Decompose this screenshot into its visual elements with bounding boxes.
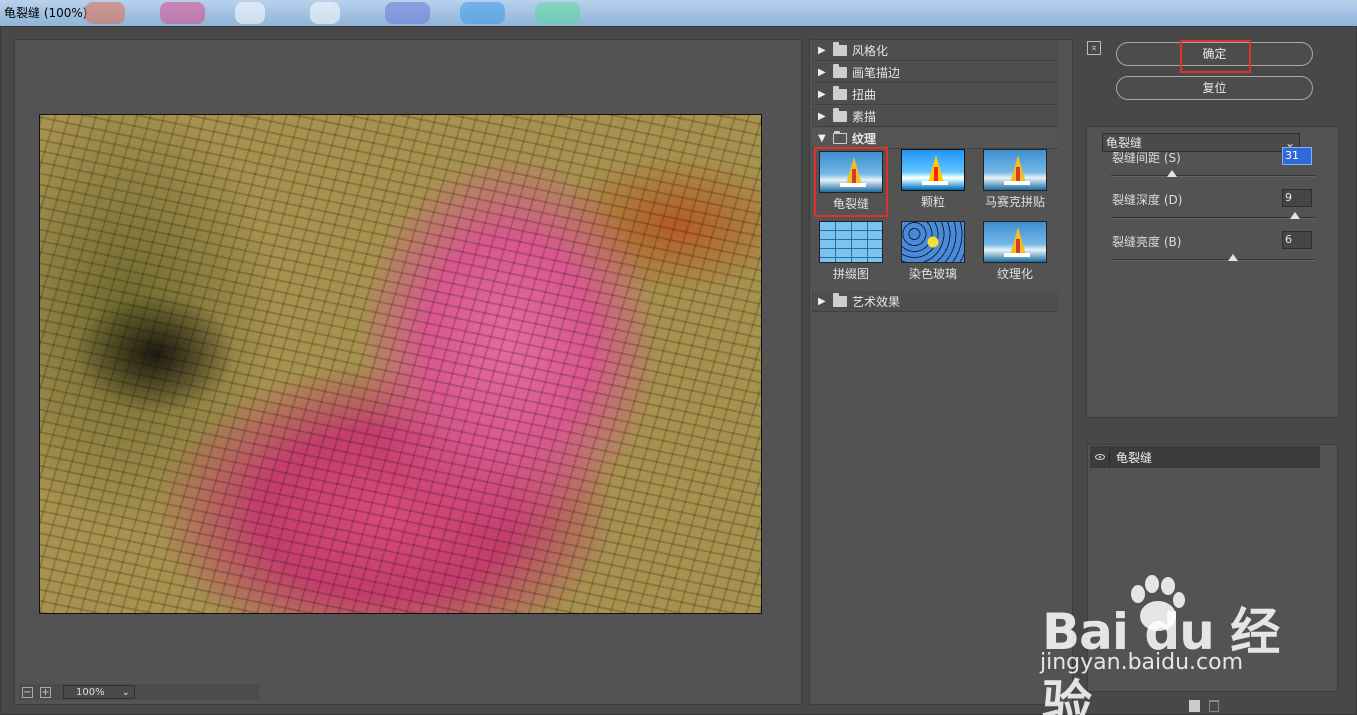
category-label: 素描	[852, 109, 877, 124]
category-label: 画笔描边	[852, 65, 901, 80]
grain-thumbnail	[901, 149, 965, 191]
category-brush-strokes[interactable]: ▶ 画笔描边	[812, 62, 1058, 83]
thumb-texturizer[interactable]: 纹理化	[980, 221, 1050, 281]
thumb-label: 染色玻璃	[908, 267, 957, 281]
expand-triangle-icon: ▶	[818, 110, 826, 122]
chevron-down-icon: ⌄	[121, 686, 130, 698]
category-label: 纹理	[852, 131, 877, 146]
stained-glass-thumbnail	[901, 221, 965, 263]
filter-settings: 龟裂缝 ⌄ 裂缝间距 (S) 31 裂缝深度 (D) 9 裂缝亮度 (B) 6	[1086, 126, 1339, 418]
mosaic-tiles-thumbnail	[983, 149, 1047, 191]
thumb-label: 颗粒	[920, 195, 945, 209]
thumb-craquelure[interactable]: 龟裂缝	[814, 147, 888, 217]
category-distort[interactable]: ▶ 扭曲	[812, 84, 1058, 105]
zoom-out-button[interactable]: −	[22, 686, 33, 698]
thumb-label: 纹理化	[996, 267, 1033, 281]
folder-icon	[833, 292, 847, 307]
category-label: 风格化	[852, 43, 889, 58]
crack-depth-slider[interactable]	[1111, 212, 1315, 219]
zoom-bar: − + 100% ⌄	[19, 684, 259, 700]
paw-logo-icon	[1131, 575, 1185, 631]
thumb-grain[interactable]: 颗粒	[898, 149, 968, 209]
category-label: 扭曲	[852, 87, 877, 102]
thumb-label: 龟裂缝	[832, 197, 869, 211]
watermark-url: jingyan.baidu.com	[1040, 650, 1244, 675]
taskbar-blur	[160, 2, 205, 24]
expand-triangle-icon: ▶	[818, 44, 826, 56]
taskbar-blur	[85, 2, 125, 24]
category-artistic[interactable]: ▶ 艺术效果	[812, 291, 1058, 312]
crack-spacing-input[interactable]: 31	[1282, 147, 1312, 165]
thumb-stained-glass[interactable]: 染色玻璃	[898, 221, 968, 281]
folder-icon	[833, 107, 847, 122]
collapse-triangle-icon: ▼	[818, 132, 826, 144]
slider-handle[interactable]	[1289, 212, 1300, 219]
crack-brightness-input[interactable]: 6	[1282, 231, 1312, 249]
folder-icon	[833, 63, 847, 78]
window-title: 龟裂缝 (100%)	[4, 6, 88, 20]
texturizer-thumbnail	[983, 221, 1047, 263]
folder-icon	[833, 41, 847, 56]
ok-button-highlight	[1180, 40, 1251, 73]
crack-brightness-label: 裂缝亮度 (B)	[1112, 235, 1182, 249]
crack-brightness-slider[interactable]	[1111, 254, 1315, 261]
expand-triangle-icon: ▶	[818, 88, 826, 100]
patchwork-thumbnail	[819, 221, 883, 263]
crack-spacing-label: 裂缝间距 (S)	[1112, 151, 1181, 165]
category-stylize[interactable]: ▶ 风格化	[812, 40, 1058, 61]
taskbar-blur	[535, 2, 580, 24]
expand-triangle-icon: ▶	[818, 66, 826, 78]
craquelure-thumbnail	[819, 151, 883, 193]
effect-layer-row[interactable]: 龟裂缝	[1090, 446, 1320, 468]
slider-handle[interactable]	[1167, 170, 1178, 177]
eye-icon[interactable]	[1090, 446, 1110, 468]
preview-panel: − + 100% ⌄	[14, 39, 802, 705]
title-bar: 龟裂缝 (100%)	[0, 0, 1357, 26]
layer-name: 龟裂缝	[1116, 450, 1153, 465]
thumb-label: 马赛克拼贴	[984, 195, 1045, 209]
zoom-select[interactable]: 100% ⌄	[63, 685, 135, 699]
taskbar-blur	[310, 2, 340, 24]
thumb-patchwork[interactable]: 拼缀图	[816, 221, 886, 281]
taskbar-blur	[385, 2, 430, 24]
crack-spacing-slider[interactable]	[1111, 170, 1315, 177]
zoom-value: 100%	[76, 686, 105, 698]
crack-depth-input[interactable]: 9	[1282, 189, 1312, 207]
preview-image[interactable]	[39, 114, 762, 614]
folder-icon	[833, 85, 847, 100]
slider-handle[interactable]	[1228, 254, 1239, 261]
crack-depth-label: 裂缝深度 (D)	[1112, 193, 1183, 207]
collapse-gallery-icon[interactable]: ⌅	[1087, 41, 1101, 55]
open-folder-icon	[833, 130, 847, 144]
baidu-watermark: Bai du 经验 jingyan.baidu.com	[1030, 568, 1290, 715]
thumb-mosaic-tiles[interactable]: 马赛克拼贴	[980, 149, 1050, 209]
category-sketch[interactable]: ▶ 素描	[812, 106, 1058, 127]
category-texture[interactable]: ▼ 纹理	[812, 128, 1058, 149]
taskbar-blur	[235, 2, 265, 24]
taskbar-blur	[460, 2, 505, 24]
zoom-in-button[interactable]: +	[40, 686, 51, 698]
thumb-label: 拼缀图	[832, 267, 869, 281]
reset-button[interactable]: 复位	[1116, 76, 1313, 100]
category-label: 艺术效果	[852, 294, 901, 309]
expand-triangle-icon: ▶	[818, 295, 826, 307]
